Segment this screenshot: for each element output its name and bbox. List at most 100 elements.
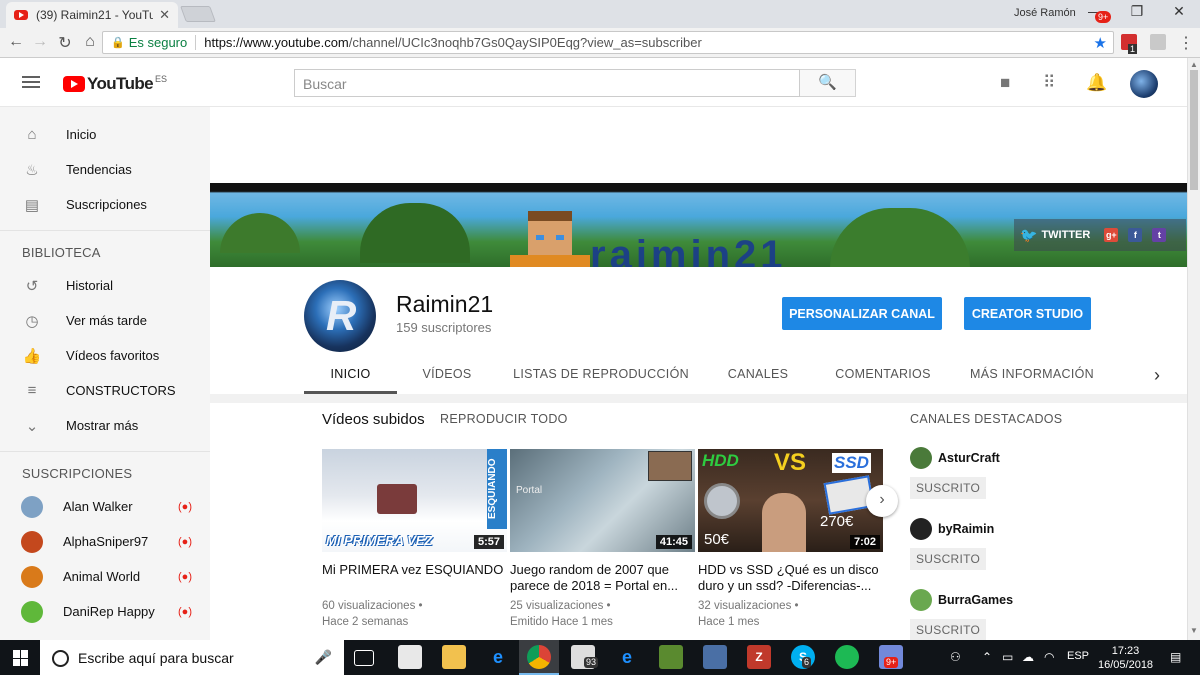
browser-tab[interactable]: (39) Raimin21 - YouTube ✕ (6, 2, 178, 28)
subscription-label: Alan Walker (63, 499, 133, 514)
notifications-bell-icon[interactable]: 🔔 (1086, 73, 1107, 93)
onedrive-icon[interactable]: ☁ (1022, 650, 1034, 664)
restore-icon[interactable]: ❐ (1122, 3, 1152, 20)
featured-channel-name[interactable]: BurraGames (938, 593, 1013, 607)
featured-channel-avatar[interactable] (910, 589, 932, 611)
chrome-menu-icon[interactable]: ⋮ (1176, 33, 1196, 53)
channel-avatar (21, 565, 43, 588)
video-title[interactable]: Mi PRIMERA vez ESQUIANDO (322, 562, 507, 594)
forward-icon[interactable]: → (30, 33, 50, 51)
taskbar-clock[interactable]: 17:23 16/05/2018 (1098, 644, 1153, 672)
carousel-next-button[interactable]: › (866, 485, 898, 517)
taskbar-search-input[interactable]: Escribe aquí para buscar 🎤 (40, 640, 344, 675)
subscription-item[interactable]: Animal World (●) (0, 559, 210, 594)
task-view-icon[interactable] (354, 650, 374, 666)
account-avatar[interactable] (1130, 70, 1158, 98)
subscribed-button[interactable]: SUSCRITO (910, 548, 987, 570)
microphone-icon[interactable]: 🎤 (315, 649, 332, 666)
home-button-icon[interactable]: ⌂ (80, 33, 100, 51)
subscribed-button[interactable]: SUSCRITO (910, 477, 987, 499)
reload-icon[interactable]: ↻ (55, 33, 75, 53)
tab-channels[interactable]: CANALES (705, 354, 811, 394)
subscribed-button[interactable]: SUSCRITO (910, 619, 987, 640)
sidebar-item-watch-later[interactable]: ◷ Ver más tarde (0, 303, 210, 338)
youtube-logo[interactable]: YouTube ES (63, 74, 167, 94)
customize-channel-button[interactable]: PERSONALIZAR CANAL (782, 297, 942, 330)
search-button[interactable]: 🔍 (800, 69, 856, 97)
sidebar-item-show-more[interactable]: ⌄ Mostrar más (0, 408, 210, 443)
internet-explorer-icon[interactable]: e (615, 645, 639, 669)
sidebar-item-liked-videos[interactable]: 👍 Vídeos favoritos (0, 338, 210, 373)
tab-comments[interactable]: COMENTARIOS (811, 354, 955, 394)
twitch-icon[interactable]: t (1152, 228, 1167, 242)
video-thumbnail[interactable]: HDD VS SSD 50€ 270€ 7:02 (698, 449, 883, 552)
subscription-item[interactable]: Alan Walker (●) (0, 489, 210, 524)
tab-close-icon[interactable]: ✕ (159, 7, 170, 23)
featured-channel-avatar[interactable] (910, 447, 932, 469)
store-icon[interactable] (398, 645, 422, 669)
upload-video-icon[interactable]: ■ (1000, 73, 1010, 93)
back-icon[interactable]: ← (6, 33, 26, 51)
scrollbar-thumb[interactable] (1190, 70, 1198, 190)
home-icon: ⌂ (27, 126, 37, 143)
subscription-item[interactable]: DaniRep Happy (●) (0, 594, 210, 629)
sidebar-item-history[interactable]: ↺ Historial (0, 268, 210, 303)
sidebar-item-label: Vídeos favoritos (66, 348, 160, 363)
bookmark-star-icon[interactable]: ★ (1094, 34, 1107, 52)
wifi-icon[interactable]: ◠ (1044, 650, 1054, 664)
tray-chevron-up-icon[interactable]: ⌃ (982, 650, 992, 664)
tab-videos[interactable]: VÍDEOS (397, 354, 497, 394)
apps-grid-icon[interactable]: ⠿ (1043, 73, 1055, 93)
video-card[interactable]: Portal 41:45 Juego random de 2007 que pa… (510, 449, 695, 630)
windows-start-icon[interactable] (13, 650, 29, 666)
video-thumbnail[interactable]: Portal 41:45 (510, 449, 695, 552)
video-thumbnail[interactable]: ESQUIANDO MI PRIMERA VEZ 5:57 (322, 449, 507, 552)
people-icon[interactable]: ⚇ (950, 650, 961, 664)
address-bar[interactable]: 🔒 Es seguro https://www.youtube.com/chan… (102, 31, 1114, 54)
close-window-icon[interactable]: ✕ (1164, 3, 1194, 20)
scroll-up-icon[interactable]: ▲ (1190, 60, 1198, 69)
sidebar-item-playlist[interactable]: ≡ CONSTRUCTORS (0, 373, 210, 408)
featured-channel-avatar[interactable] (910, 518, 932, 540)
spotify-icon[interactable] (835, 645, 859, 669)
featured-channel-name[interactable]: byRaimin (938, 522, 994, 536)
video-title[interactable]: Juego random de 2007 que parece de 2018 … (510, 562, 695, 594)
menu-icon[interactable] (22, 76, 40, 78)
tab-playlists[interactable]: LISTAS DE REPRODUCCIÓN (497, 354, 705, 394)
new-tab-button[interactable] (180, 6, 216, 22)
page-scrollbar[interactable]: ▲ ▼ (1187, 58, 1200, 640)
battery-icon[interactable]: ▭ (1002, 650, 1013, 664)
file-explorer-icon[interactable] (442, 645, 466, 669)
banner-tree (360, 203, 470, 263)
chrome-icon[interactable] (527, 645, 551, 669)
tab-about[interactable]: MÁS INFORMACIÓN (955, 354, 1109, 394)
facebook-icon[interactable]: f (1128, 228, 1143, 242)
twitter-icon[interactable]: 🐦 (1020, 227, 1037, 244)
edge-icon[interactable]: e (486, 645, 510, 669)
uploads-section-title[interactable]: Vídeos subidos (322, 411, 425, 428)
video-card[interactable]: ESQUIANDO MI PRIMERA VEZ 5:57 Mi PRIMERA… (322, 449, 507, 630)
sidebar-item-home[interactable]: ⌂ Inicio (0, 117, 210, 152)
google-plus-icon[interactable]: g+ (1104, 228, 1119, 242)
video-card[interactable]: HDD VS SSD 50€ 270€ 7:02 HDD vs SSD ¿Qué… (698, 449, 883, 630)
tabs-next-chevron-icon[interactable]: › (1154, 365, 1160, 386)
sidebar-item-subscriptions[interactable]: ▤ Suscripciones (0, 187, 210, 222)
language-indicator[interactable]: ESP (1067, 650, 1089, 662)
creator-studio-button[interactable]: CREATOR STUDIO (964, 297, 1091, 330)
tab-home[interactable]: INICIO (304, 354, 397, 394)
twitter-link[interactable]: TWITTER (1041, 229, 1090, 241)
minecraft-icon[interactable] (659, 645, 683, 669)
action-center-icon[interactable]: ▤ (1170, 650, 1181, 664)
extension-2-icon[interactable] (1150, 34, 1166, 50)
search-input[interactable]: Buscar (294, 69, 800, 97)
subscription-item[interactable]: AlphaSniper97 (●) (0, 524, 210, 559)
scroll-down-icon[interactable]: ▼ (1190, 626, 1198, 635)
featured-channel-name[interactable]: AsturCraft (938, 451, 1000, 465)
video-title[interactable]: HDD vs SSD ¿Qué es un disco duro y un ss… (698, 562, 883, 594)
browser-profile-name[interactable]: José Ramón (1014, 7, 1076, 19)
network-app-icon[interactable] (703, 645, 727, 669)
play-all-button[interactable]: REPRODUCIR TODO (440, 412, 568, 426)
sidebar-item-trending[interactable]: ♨ Tendencias (0, 152, 210, 187)
filezilla-icon[interactable]: Z (747, 645, 771, 669)
guide-sidebar: ⌂ Inicio ♨ Tendencias ▤ Suscripciones BIBLI… (0, 107, 210, 640)
